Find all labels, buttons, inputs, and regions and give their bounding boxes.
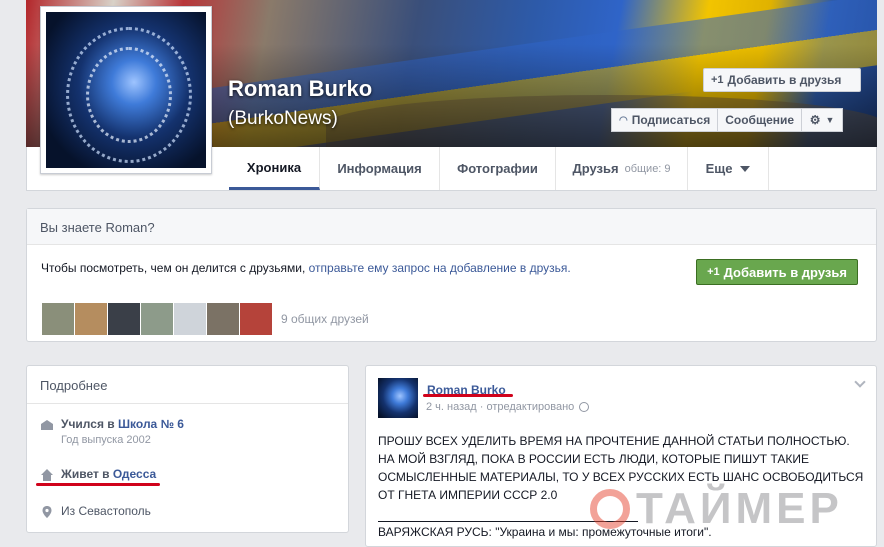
friend-avatar[interactable] xyxy=(240,303,272,335)
request-prompt: Чтобы посмотреть, чем он делится с друзь… xyxy=(41,261,571,275)
fingerprint-image xyxy=(46,12,206,168)
tab-timeline[interactable]: Хроника xyxy=(229,147,320,190)
panel-title: Вы знаете Roman? xyxy=(27,209,876,245)
friend-avatar[interactable] xyxy=(174,303,206,335)
subscribe-button[interactable]: ◠ Подписаться xyxy=(611,108,719,132)
cover-actions: ◠ Подписаться Сообщение ⚙ ▼ xyxy=(611,108,844,132)
post-meta: 2 ч. назад · отредактировано xyxy=(426,401,590,413)
friend-avatar[interactable] xyxy=(207,303,239,335)
caret-down-icon xyxy=(740,165,751,172)
mutual-count[interactable]: 9 общих друзей xyxy=(281,312,369,326)
from-row: Из Севастополь xyxy=(40,504,151,519)
profile-picture[interactable] xyxy=(40,6,212,174)
timer-logo-icon xyxy=(590,489,630,529)
highlight-underline xyxy=(36,483,160,486)
add-friend-icon: +1 xyxy=(707,266,720,278)
city-link[interactable]: Одесса xyxy=(113,467,156,481)
settings-dropdown[interactable]: ⚙ ▼ xyxy=(802,108,844,132)
school-link[interactable]: Школа № 6 xyxy=(118,417,184,431)
profile-subname: (BurkoNews) xyxy=(228,108,338,129)
tab-more[interactable]: Еще xyxy=(688,147,769,190)
rss-icon: ◠ xyxy=(619,114,628,126)
home-icon xyxy=(41,469,53,481)
mutual-friends: 9 общих друзей xyxy=(42,303,369,335)
add-friend-icon: +1 xyxy=(711,74,724,86)
location-pin-icon xyxy=(42,506,52,518)
tab-info[interactable]: Информация xyxy=(320,147,440,190)
friend-avatar[interactable] xyxy=(108,303,140,335)
message-button[interactable]: Сообщение xyxy=(718,108,803,132)
watermark: ТАЙМЕР xyxy=(590,484,843,534)
friend-avatar[interactable] xyxy=(141,303,173,335)
do-you-know-panel: Вы знаете Roman? Чтобы посмотреть, чем о… xyxy=(26,208,877,342)
profile-name: Roman Burko xyxy=(228,76,373,101)
gear-icon: ⚙ xyxy=(809,113,821,127)
friend-avatar[interactable] xyxy=(42,303,74,335)
lives-row: Живет в Одесса xyxy=(40,467,156,482)
chevron-down-icon[interactable] xyxy=(854,376,866,388)
details-title: Подробнее xyxy=(27,366,348,404)
chevron-down-icon: ▼ xyxy=(825,115,835,125)
school-icon xyxy=(41,420,53,430)
send-request-link[interactable]: отправьте ему запрос на добавление в дру… xyxy=(309,261,571,275)
education-row: Учился в Школа № 6 Год выпуска 2002 xyxy=(40,417,184,446)
globe-icon xyxy=(579,402,590,412)
friend-avatar[interactable] xyxy=(75,303,107,335)
post-avatar[interactable] xyxy=(378,378,418,418)
tab-friends[interactable]: Друзья общие: 9 xyxy=(556,147,688,190)
details-card: Подробнее Учился в Школа № 6 Год выпуска… xyxy=(26,365,349,533)
highlight-underline xyxy=(423,394,513,397)
add-friend-green-button[interactable]: +1 Добавить в друзья xyxy=(696,259,858,285)
add-friend-button[interactable]: +1 Добавить в друзья xyxy=(703,68,861,92)
tab-photos[interactable]: Фотографии xyxy=(440,147,556,190)
